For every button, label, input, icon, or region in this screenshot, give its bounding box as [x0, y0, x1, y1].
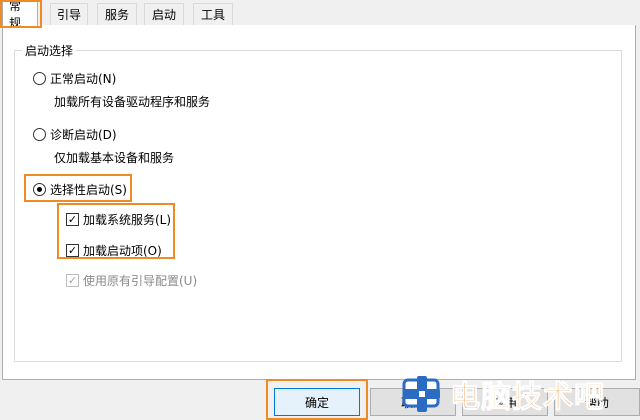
- options-highlight: [57, 203, 175, 259]
- diagnostic-startup-radio[interactable]: 诊断启动(D): [33, 126, 117, 143]
- watermark-logo-icon: [400, 372, 444, 416]
- ok-highlight: [266, 379, 368, 420]
- use-original-boot-config-label: 使用原有引导配置(U): [83, 274, 198, 288]
- tab-services-label: 服务: [104, 8, 129, 22]
- diagnostic-startup-desc: 仅加载基本设备和服务: [54, 151, 175, 165]
- check-icon: ✓: [66, 274, 79, 287]
- tab-boot-label: 引导: [57, 8, 82, 22]
- tab-strip: 常规 引导 服务 启动 工具: [0, 0, 640, 30]
- tab-startup[interactable]: 启动: [144, 3, 184, 25]
- tab-tools-label: 工具: [200, 8, 225, 22]
- group-title: 启动选择: [22, 42, 77, 59]
- watermark-text: 电脑技术吧: [450, 380, 605, 416]
- tab-highlight: [0, 0, 42, 28]
- radio-indicator[interactable]: [33, 72, 46, 85]
- tab-boot[interactable]: 引导: [50, 3, 88, 25]
- watermark: 电脑技术吧: [400, 370, 605, 418]
- tab-services[interactable]: 服务: [97, 3, 137, 25]
- tab-startup-label: 启动: [151, 8, 176, 22]
- normal-startup-desc: 加载所有设备驱动程序和服务: [54, 95, 211, 109]
- diagnostic-startup-label: 诊断启动(D): [50, 128, 117, 142]
- selective-highlight: [24, 174, 132, 202]
- use-original-boot-config-checkbox: ✓ 使用原有引导配置(U): [66, 272, 197, 289]
- normal-startup-radio[interactable]: 正常启动(N): [33, 70, 116, 87]
- normal-startup-label: 正常启动(N): [50, 72, 117, 86]
- tab-tools[interactable]: 工具: [193, 3, 233, 25]
- radio-indicator[interactable]: [33, 128, 46, 141]
